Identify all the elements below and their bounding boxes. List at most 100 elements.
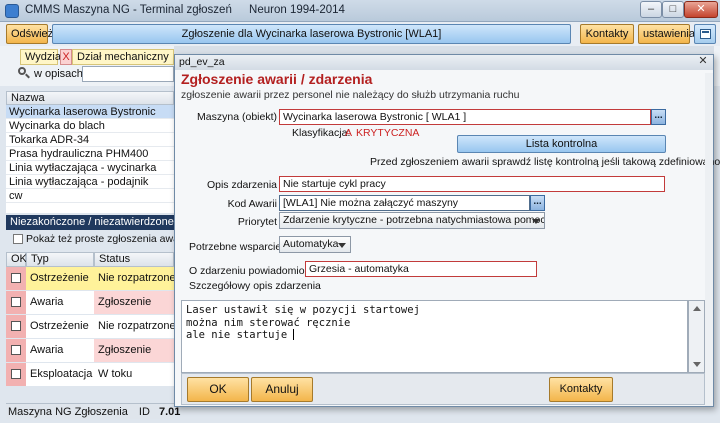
support-label: Potrzebne wsparcie [189, 241, 282, 253]
report-row[interactable]: Awaria Zgłoszenie [6, 339, 174, 362]
minimize-button[interactable]: – [640, 1, 662, 18]
window-title-text: CMMS Maszyna NG - Terminal zgłoszeń [25, 4, 232, 16]
report-ok-checkbox[interactable] [11, 345, 21, 355]
report-ok-cell [6, 339, 26, 362]
event-description-label: Opis zdarzenia [206, 179, 277, 191]
machine-list-header[interactable]: Nazwa [6, 91, 174, 105]
machine-field[interactable]: Wycinarka laserowa Bystronic [ WLA1 ] [279, 109, 651, 125]
window-title: CMMS Maszyna NG - Terminal zgłoszeń Neur… [25, 4, 345, 16]
machine-item[interactable]: Linia wytłaczająca - wycinarka [6, 161, 174, 175]
close-button[interactable]: ✕ [684, 1, 718, 18]
machine-picker-button[interactable]: ... [651, 109, 666, 125]
dialog-heading: Zgłoszenie awarii / zdarzenia [181, 71, 373, 87]
report-type: Ostrzeżenie [26, 315, 94, 338]
department-value[interactable]: Dział mechaniczny [72, 49, 174, 65]
window-icon [700, 29, 711, 39]
dialog-scrollbar[interactable] [705, 73, 713, 406]
checklist-hint: Przed zgłoszeniem awarii sprawdź listę k… [370, 156, 720, 168]
report-type: Eksploatacja [26, 363, 94, 386]
chevron-down-icon [532, 219, 540, 224]
machine-item[interactable]: cw [6, 189, 174, 203]
search-input[interactable] [82, 66, 174, 82]
contacts-button[interactable]: Kontakty [580, 24, 634, 44]
machine-list-empty [6, 203, 174, 213]
support-value: Automatyka [283, 238, 339, 250]
report-ok-checkbox[interactable] [11, 273, 21, 283]
machine-field-label: Maszyna (obiekt) [197, 111, 277, 123]
notified-label: O zdarzeniu powiadomiono [189, 265, 317, 277]
status-id-label: ID [138, 406, 150, 418]
machine-item[interactable]: Prasa hydrauliczna PHM400 [6, 147, 174, 161]
show-simple-label: Pokaż też proste zgłoszenia awarii [26, 233, 188, 245]
report-for-machine-button[interactable]: Zgłoszenie dla Wycinarka laserowa Bystro… [52, 24, 571, 44]
details-label: Szczegółowy opis zdarzenia [189, 280, 321, 292]
machine-item[interactable]: Tokarka ADR-34 [6, 133, 174, 147]
search-icon [18, 67, 30, 79]
dialog-contacts-button[interactable]: Kontakty [549, 377, 613, 402]
report-ok-cell [6, 315, 26, 338]
details-line: Laser ustawił się w pozycji startowej [186, 304, 420, 316]
report-status: Nie rozpatrzone [94, 315, 174, 338]
status-bar: Maszyna NG Zgłoszenia ID 7.01 [6, 403, 180, 419]
show-simple-checkbox[interactable] [13, 234, 23, 244]
report-type: Awaria [26, 291, 94, 314]
details-textarea[interactable]: Laser ustawił się w pozycji startowej mo… [181, 300, 688, 373]
dialog-titlebar: pd_ev_za ✕ [175, 55, 713, 70]
machine-item[interactable]: Wycinarka do blach [6, 119, 174, 133]
status-app-name: Maszyna NG Zgłoszenia [8, 406, 128, 418]
report-type: Awaria [26, 339, 94, 362]
report-row[interactable]: Awaria Zgłoszenie [6, 291, 174, 314]
scroll-up-icon[interactable] [693, 306, 701, 311]
priority-select[interactable]: Zdarzenie krytyczne - potrzebna natychmi… [279, 212, 545, 229]
text-caret [293, 329, 295, 340]
report-status: Zgłoszenie [94, 291, 174, 314]
search-label: w opisach [34, 68, 83, 80]
details-scrollbar[interactable] [688, 300, 705, 373]
settings-button[interactable]: ustawienia [638, 24, 695, 44]
fault-code-field[interactable]: [WLA1] Nie można załączyć maszyny [279, 195, 530, 211]
column-status[interactable]: Status [94, 252, 174, 267]
priority-value: Zdarzenie krytyczne - potrzebna natychmi… [283, 214, 545, 226]
report-status: Zgłoszenie [94, 339, 174, 362]
refresh-button[interactable]: Odśwież [6, 24, 53, 44]
machine-item[interactable]: Wycinarka laserowa Bystronic [6, 105, 174, 119]
report-row[interactable]: Ostrzeżenie Nie rozpatrzone [6, 315, 174, 338]
report-ok-cell [6, 363, 26, 386]
report-ok-checkbox[interactable] [11, 321, 21, 331]
report-status: W toku [94, 363, 174, 386]
maximize-button[interactable]: □ [662, 1, 684, 18]
dialog-subheading: zgłoszenie awarii przez personel nie nal… [181, 89, 520, 101]
fault-code-label: Kod Awarii [227, 198, 277, 210]
checklist-button[interactable]: Lista kontrolna [457, 135, 666, 153]
scroll-down-icon[interactable] [693, 362, 701, 367]
app-icon [5, 4, 19, 18]
priority-label: Priorytet [237, 216, 277, 228]
event-description-input[interactable]: Nie startuje cykl pracy [279, 176, 665, 192]
open-reports-header: Niezakończone / niezatwierdzone awarie [6, 215, 174, 230]
report-type: Ostrzeżenie [26, 267, 94, 290]
cancel-button[interactable]: Anuluj [251, 377, 313, 402]
column-ok[interactable]: OK [6, 252, 27, 267]
details-line: ale nie startuje [186, 329, 294, 341]
classification-value: KRYTYCZNA [356, 127, 420, 139]
notified-input[interactable]: Grzesia - automatyka [305, 261, 537, 277]
dialog-window-name: pd_ev_za [179, 56, 225, 68]
support-select[interactable]: Automatyka [279, 236, 351, 253]
report-ok-cell [6, 291, 26, 314]
machine-list: Wycinarka laserowa Bystronic Wycinarka d… [6, 105, 174, 203]
dialog-close-icon[interactable]: ✕ [697, 56, 709, 68]
window-titlebar: CMMS Maszyna NG - Terminal zgłoszeń Neur… [0, 0, 720, 22]
report-ok-checkbox[interactable] [11, 297, 21, 307]
department-clear-button[interactable]: X [60, 49, 72, 65]
report-row[interactable]: Ostrzeżenie Nie rozpatrzone [6, 267, 174, 290]
window-icon-button[interactable] [694, 24, 716, 44]
report-ok-checkbox[interactable] [11, 369, 21, 379]
fault-code-picker-button[interactable]: ... [530, 195, 545, 211]
report-ok-cell [6, 267, 26, 290]
report-dialog: pd_ev_za ✕ Zgłoszenie awarii / zdarzenia… [174, 54, 720, 407]
details-line-last: ale nie startuje [186, 329, 683, 342]
column-typ[interactable]: Typ [26, 252, 94, 267]
ok-button[interactable]: OK [187, 377, 249, 402]
report-row[interactable]: Eksploatacja W toku [6, 363, 174, 386]
machine-item[interactable]: Linia wytłaczająca - podajnik [6, 175, 174, 189]
